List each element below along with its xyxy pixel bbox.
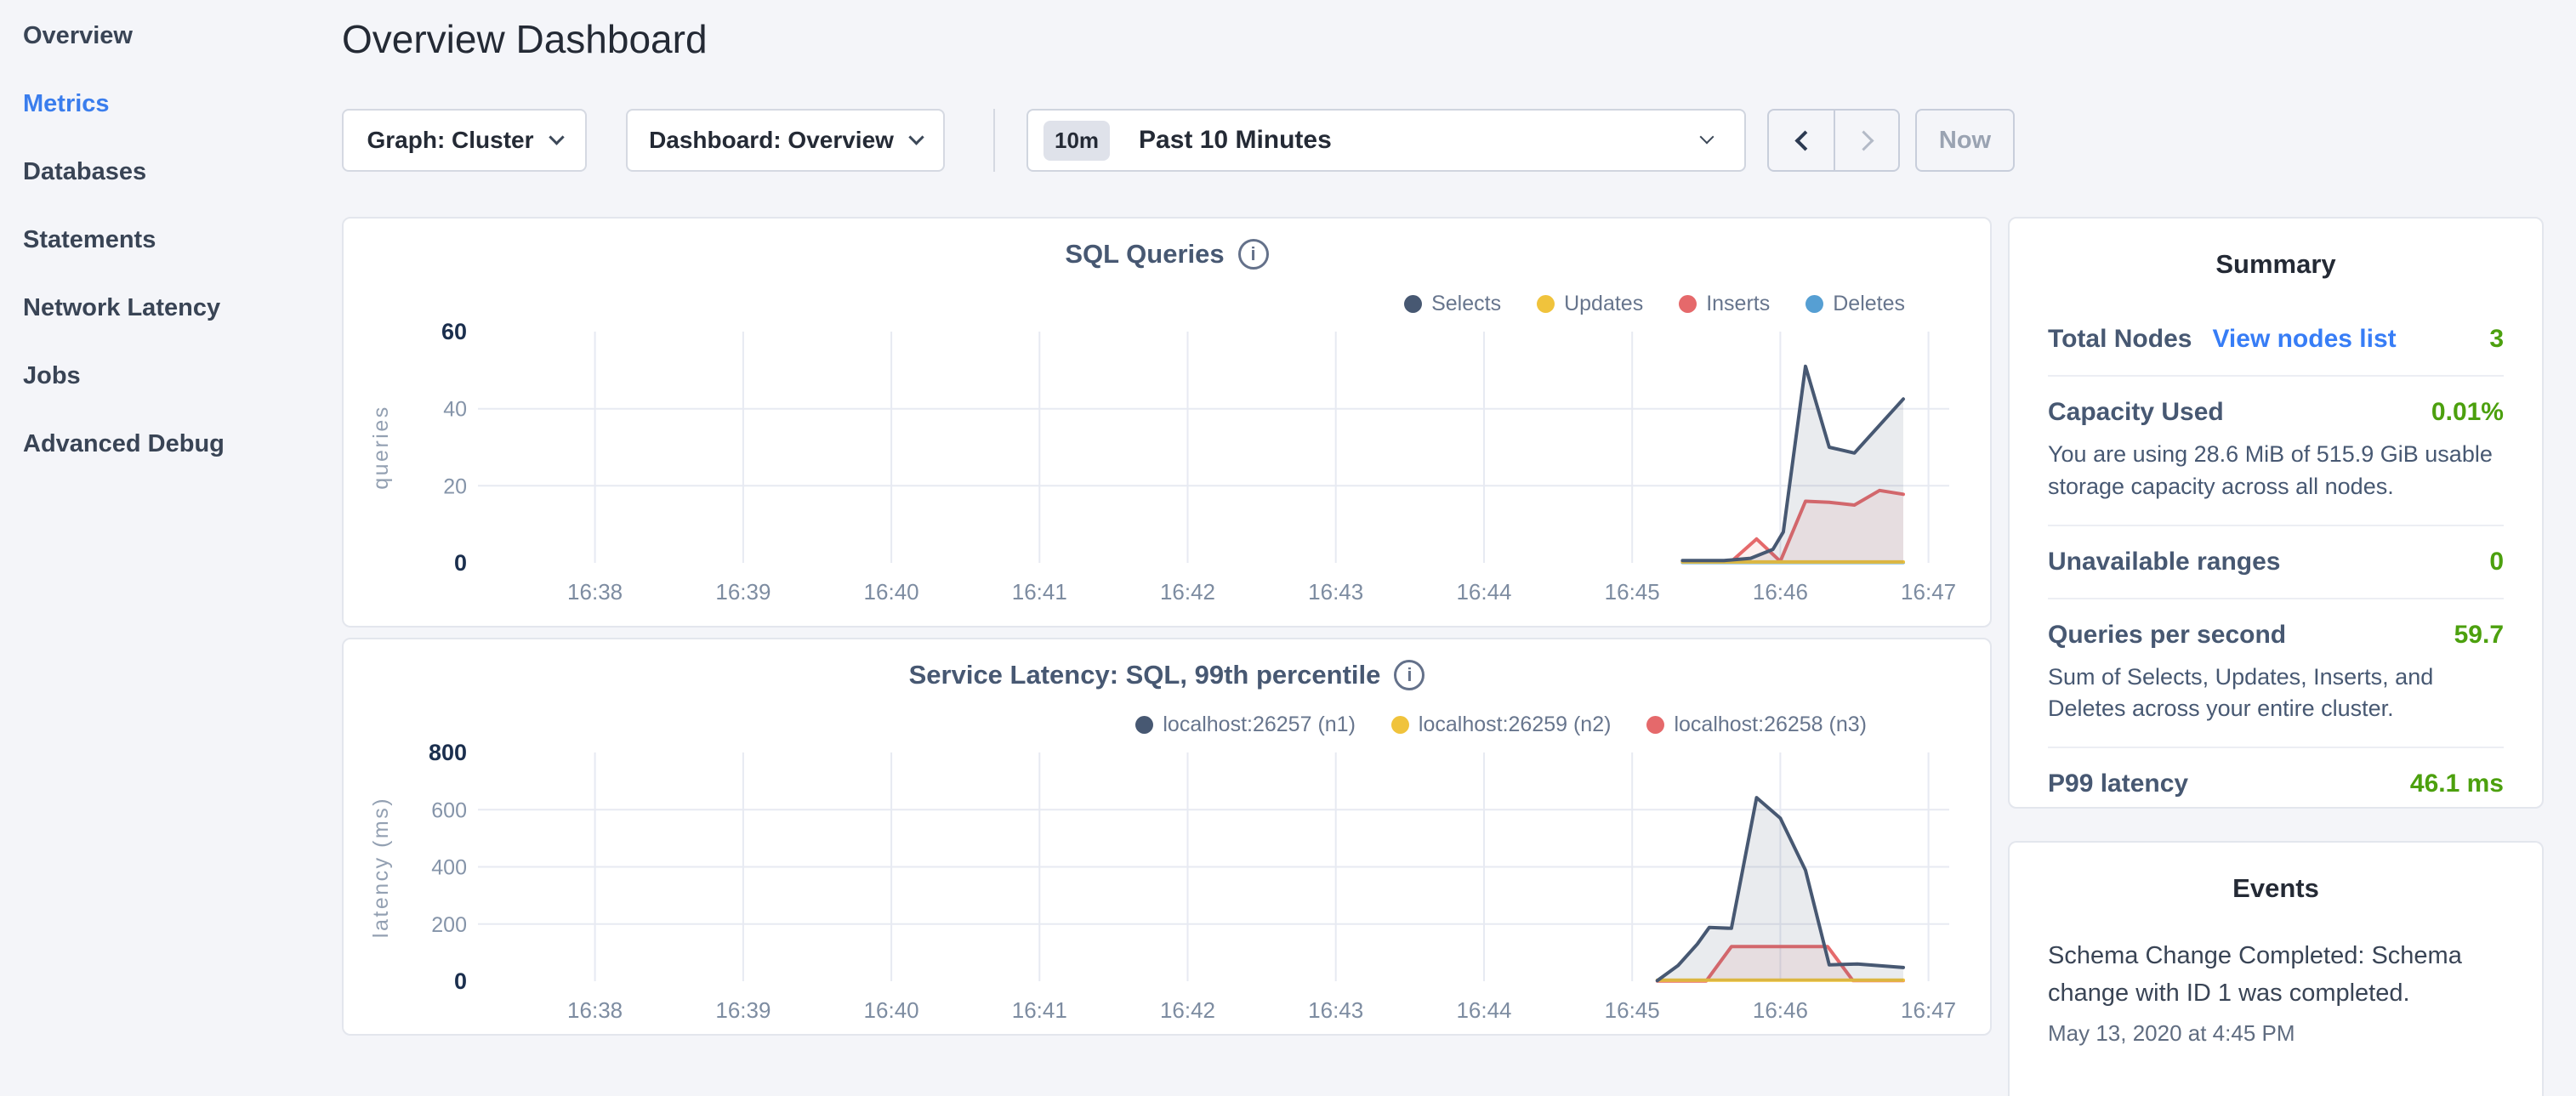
page-title: Overview Dashboard <box>342 12 708 66</box>
stat-label: Capacity Used <box>2048 398 2224 427</box>
svg-text:16:43: 16:43 <box>1308 997 1363 1023</box>
stat-label: Total Nodes <box>2048 325 2192 354</box>
svg-text:latency (ms): latency (ms) <box>369 797 393 938</box>
svg-text:0: 0 <box>454 550 467 576</box>
summary-row-queries-per-second: Queries per second 59.7 Sum of Selects, … <box>2048 599 2504 749</box>
sidebar-item-jobs[interactable]: Jobs <box>23 357 81 395</box>
svg-text:400: 400 <box>431 856 467 880</box>
event-list-item[interactable]: Schema Change Completed: Schema change w… <box>2048 938 2504 1047</box>
svg-text:16:42: 16:42 <box>1160 579 1215 605</box>
stat-label: Queries per second <box>2048 621 2286 650</box>
stat-value: 3 <box>2489 325 2504 354</box>
svg-text:16:40: 16:40 <box>864 997 919 1023</box>
summary-row-unavailable-ranges: Unavailable ranges 0 <box>2048 526 2504 599</box>
chevron-down-icon <box>908 129 924 145</box>
dashboard-dropdown[interactable]: Dashboard: Overview <box>626 109 945 172</box>
svg-text:16:44: 16:44 <box>1456 997 1511 1023</box>
svg-text:40: 40 <box>443 398 467 422</box>
sql-queries-plot[interactable]: 0 20 40 60 16:38 16:39 16:40 16:41 16:42 16:43 16:… <box>344 219 1993 629</box>
summary-row-total-nodes: Total Nodes View nodes list 3 <box>2048 304 2504 377</box>
stat-description: You are using 28.6 MiB of 515.9 GiB usab… <box>2048 439 2504 503</box>
now-button[interactable]: Now <box>1915 109 2015 172</box>
svg-text:16:46: 16:46 <box>1753 997 1808 1023</box>
sidebar-item-network-latency[interactable]: Network Latency <box>23 289 220 327</box>
svg-text:20: 20 <box>443 474 467 498</box>
svg-text:16:41: 16:41 <box>1012 579 1067 605</box>
graph-scope-label: Graph: Cluster <box>367 127 533 154</box>
sidebar-item-statements[interactable]: Statements <box>23 221 156 258</box>
svg-text:16:45: 16:45 <box>1605 579 1660 605</box>
event-timestamp: May 13, 2020 at 4:45 PM <box>2048 1020 2504 1047</box>
chevron-down-icon <box>549 129 564 145</box>
summary-row-capacity-used: Capacity Used 0.01% You are using 28.6 M… <box>2048 377 2504 526</box>
sidebar-item-metrics[interactable]: Metrics <box>23 85 110 122</box>
svg-text:queries: queries <box>369 405 393 490</box>
sidebar-item-advanced-debug[interactable]: Advanced Debug <box>23 425 225 463</box>
svg-text:16:45: 16:45 <box>1605 997 1660 1023</box>
svg-text:200: 200 <box>431 913 467 937</box>
stat-label: P99 latency <box>2048 769 2188 798</box>
time-pager <box>1767 109 1900 172</box>
stat-value: 0 <box>2489 548 2504 576</box>
svg-text:60: 60 <box>441 319 467 344</box>
summary-title: Summary <box>2048 249 2504 280</box>
chevron-right-icon <box>1853 130 1874 150</box>
svg-text:0: 0 <box>454 968 467 994</box>
events-title: Events <box>2048 873 2504 904</box>
svg-text:800: 800 <box>429 740 467 765</box>
service-latency-plot[interactable]: 0 200 400 600 800 16:38 16:39 16:40 16:41 16:42 16… <box>344 639 1993 1037</box>
stat-label: Unavailable ranges <box>2048 548 2280 576</box>
svg-text:16:38: 16:38 <box>567 997 623 1023</box>
svg-text:16:47: 16:47 <box>1901 579 1956 605</box>
chevron-down-icon <box>1700 130 1714 145</box>
time-range-badge: 10m <box>1043 121 1110 161</box>
time-range-picker[interactable]: 10m Past 10 Minutes <box>1026 109 1746 172</box>
stat-description: Sum of Selects, Updates, Inserts, and De… <box>2048 662 2504 726</box>
svg-text:16:41: 16:41 <box>1012 997 1067 1023</box>
svg-text:600: 600 <box>431 798 467 822</box>
svg-text:16:47: 16:47 <box>1901 997 1956 1023</box>
svg-text:16:39: 16:39 <box>715 579 771 605</box>
sidebar-item-databases[interactable]: Databases <box>23 153 146 190</box>
prev-range-button[interactable] <box>1769 111 1834 170</box>
graph-scope-dropdown[interactable]: Graph: Cluster <box>342 109 587 172</box>
sidebar: Overview Metrics Databases Statements Ne… <box>0 0 323 1051</box>
svg-text:16:43: 16:43 <box>1308 579 1363 605</box>
time-range-label: Past 10 Minutes <box>1139 126 1332 155</box>
event-message: Schema Change Completed: Schema change w… <box>2048 938 2504 1012</box>
svg-text:16:42: 16:42 <box>1160 997 1215 1023</box>
stat-value: 46.1 ms <box>2410 769 2504 798</box>
service-latency-chart-card: Service Latency: SQL, 99th percentile i … <box>342 638 1992 1036</box>
svg-text:16:46: 16:46 <box>1753 579 1808 605</box>
view-nodes-list-link[interactable]: View nodes list <box>2212 325 2396 354</box>
next-range-button[interactable] <box>1834 111 1898 170</box>
summary-panel: Summary Total Nodes View nodes list 3 Ca… <box>2008 217 2544 809</box>
svg-text:16:39: 16:39 <box>715 997 771 1023</box>
dashboard-label: Dashboard: Overview <box>649 127 894 154</box>
chevron-left-icon <box>1794 130 1815 150</box>
summary-row-p99-latency: P99 latency 46.1 ms <box>2048 748 2504 820</box>
stat-value: 59.7 <box>2454 621 2504 650</box>
events-panel: Events Schema Change Completed: Schema c… <box>2008 841 2544 1096</box>
svg-text:16:40: 16:40 <box>864 579 919 605</box>
stat-value: 0.01% <box>2431 398 2504 427</box>
svg-text:16:38: 16:38 <box>567 579 623 605</box>
controls-divider <box>993 109 995 172</box>
svg-text:16:44: 16:44 <box>1456 579 1511 605</box>
sidebar-item-overview[interactable]: Overview <box>23 17 133 54</box>
sql-queries-chart-card: SQL Queries i SelectsUpdatesInsertsDelet… <box>342 217 1992 628</box>
